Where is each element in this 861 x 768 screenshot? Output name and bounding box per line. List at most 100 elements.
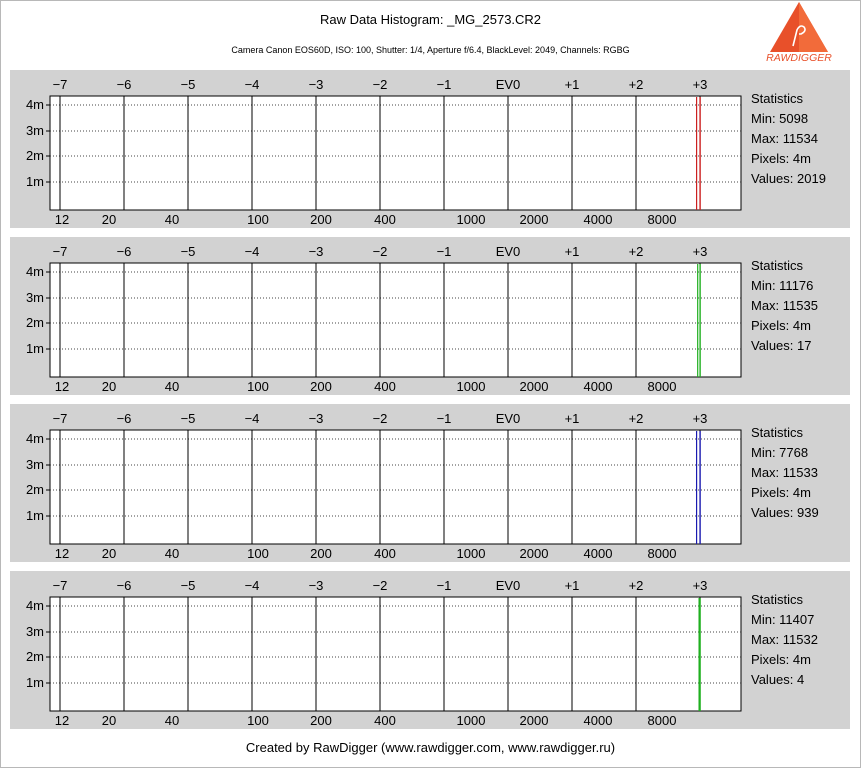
y-tick-label: 1m (26, 508, 44, 523)
ev-tick-label: +1 (565, 77, 580, 92)
ev-tick-label: −2 (373, 77, 388, 92)
x-tick-label: 40 (165, 546, 179, 561)
histogram-spike (696, 97, 698, 210)
x-tick-label: 12 (55, 546, 69, 561)
stat-pixels: Pixels: 4m (751, 652, 811, 667)
camera-info: Camera Canon EOS60D, ISO: 100, Shutter: … (231, 45, 630, 55)
plot-area (49, 429, 742, 545)
y-tick-label: 4m (26, 431, 44, 446)
plot-area (49, 596, 742, 712)
histogram-spike (695, 431, 698, 544)
x-tick-label: 200 (310, 713, 332, 728)
x-tick-label: 1000 (457, 212, 486, 227)
y-tick-label: 3m (26, 624, 44, 639)
ev-tick-label: −5 (181, 244, 196, 259)
stat-max: Max: 11535 (751, 298, 818, 313)
ev-tick-label: EV0 (496, 578, 521, 593)
x-tick-label: 40 (165, 212, 179, 227)
x-tick-label: 2000 (520, 713, 549, 728)
x-tick-label: 2000 (520, 546, 549, 561)
statistics-box-green2: Statistics Min: 11407 Max: 11532 Pixels:… (751, 590, 818, 690)
ev-tick-label: −1 (437, 77, 452, 92)
ev-tick-label: EV0 (496, 244, 521, 259)
report-title: Raw Data Histogram: _MG_2573.CR2 (319, 12, 542, 27)
statistics-box-green1: Statistics Min: 11176 Max: 11535 Pixels:… (751, 256, 818, 356)
ev-tick-label: −4 (245, 578, 260, 593)
histogram-plot-red: 4m 3m 2m 1m −7 −6 −5 −4 −3 −2 −1 EV0 +1 +2 +3 12 20 40 100… (26, 77, 742, 227)
x-tick-label: 200 (310, 546, 332, 561)
ev-tick-label: −2 (373, 578, 388, 593)
ev-tick-label: −6 (117, 77, 132, 92)
ev-tick-label: −2 (373, 244, 388, 259)
stat-max: Max: 11532 (751, 632, 818, 647)
rawdigger-logo: RAWDIGGER (766, 2, 832, 64)
x-tick-label: 2000 (520, 379, 549, 394)
ev-tick-label: +3 (693, 411, 708, 426)
x-tick-label: 4000 (584, 546, 613, 561)
ev-tick-label: −4 (245, 244, 260, 259)
ev-tick-label: −2 (373, 411, 388, 426)
histogram-panel-green1: 4m 3m 2m 1m −7 −6 −5 −4 −3 −2 −1 EV0 +1 +2 +3 12 20 40 100… (10, 237, 850, 395)
histogram-panel-green2: 4m 3m 2m 1m −7 −6 −5 −4 −3 −2 −1 EV0 +1 +2 +3 12 20 40 100… (10, 571, 850, 729)
y-tick-label: 2m (26, 315, 44, 330)
footer-credit: Created by RawDigger (www.rawdigger.com,… (245, 740, 616, 755)
ev-tick-label: +1 (565, 244, 580, 259)
ev-tick-label: +2 (629, 578, 644, 593)
x-tick-label: 20 (102, 713, 116, 728)
x-tick-label: 400 (374, 212, 396, 227)
x-tick-label: 1000 (457, 713, 486, 728)
ev-tick-label: −7 (53, 244, 68, 259)
y-tick-label: 2m (26, 148, 44, 163)
histogram-plot-blue: 4m 3m 2m 1m −7 −6 −5 −4 −3 −2 −1 EV0 +1 +2 +3 12 20 40 100… (26, 411, 742, 561)
ev-tick-label: −6 (117, 411, 132, 426)
x-tick-label: 12 (55, 212, 69, 227)
y-tick-label: 4m (26, 264, 44, 279)
x-tick-label: 100 (247, 713, 269, 728)
ev-tick-label: −3 (309, 244, 324, 259)
ev-tick-label: +1 (565, 578, 580, 593)
stat-values: Values: 17 (751, 338, 812, 353)
stat-min: Min: 11176 (751, 278, 814, 293)
x-tick-label: 8000 (648, 546, 677, 561)
ev-tick-label: +3 (693, 244, 708, 259)
x-tick-label: 1000 (457, 546, 486, 561)
x-tick-label: 200 (310, 379, 332, 394)
histogram-panel-red: 4m 3m 2m 1m −7 −6 −5 −4 −3 −2 −1 EV0 +1 +2 +3 12 20 40 100… (10, 70, 850, 228)
x-tick-label: 4000 (584, 713, 613, 728)
x-tick-label: 4000 (584, 379, 613, 394)
ev-tick-label: −4 (245, 411, 260, 426)
ev-tick-label: −7 (53, 77, 68, 92)
ev-tick-label: +2 (629, 411, 644, 426)
statistics-heading: Statistics (751, 91, 804, 106)
x-tick-label: 100 (247, 212, 269, 227)
x-tick-label: 1000 (457, 379, 486, 394)
ev-tick-label: EV0 (496, 411, 521, 426)
x-tick-label: 400 (374, 713, 396, 728)
x-tick-label: 8000 (648, 212, 677, 227)
histogram-spike (699, 431, 701, 544)
x-tick-label: 8000 (648, 379, 677, 394)
ev-tick-label: −7 (53, 411, 68, 426)
ev-tick-label: −1 (437, 578, 452, 593)
statistics-box-red: Statistics Min: 5098 Max: 11534 Pixels: … (751, 89, 826, 189)
ev-tick-label: −3 (309, 77, 324, 92)
histogram-spike (697, 264, 699, 377)
x-tick-label: 8000 (648, 713, 677, 728)
y-tick-label: 2m (26, 649, 44, 664)
ev-tick-label: −1 (437, 244, 452, 259)
statistics-box-blue: Statistics Min: 7768 Max: 11533 Pixels: … (751, 423, 819, 523)
ev-tick-label: −5 (181, 77, 196, 92)
stat-min: Min: 11407 (751, 612, 815, 627)
ev-tick-label: +3 (693, 77, 708, 92)
stat-pixels: Pixels: 4m (751, 485, 811, 500)
x-tick-label: 100 (247, 379, 269, 394)
x-tick-label: 40 (165, 379, 179, 394)
ev-tick-label: +2 (629, 77, 644, 92)
ev-tick-label: EV0 (496, 77, 521, 92)
ev-tick-label: −6 (117, 578, 132, 593)
ev-tick-label: −4 (245, 77, 260, 92)
histogram-spike (699, 598, 701, 711)
stat-min: Min: 5098 (751, 111, 809, 126)
stat-max: Max: 11533 (751, 465, 818, 480)
rawdigger-logo-icon: RAWDIGGER (766, 2, 832, 64)
